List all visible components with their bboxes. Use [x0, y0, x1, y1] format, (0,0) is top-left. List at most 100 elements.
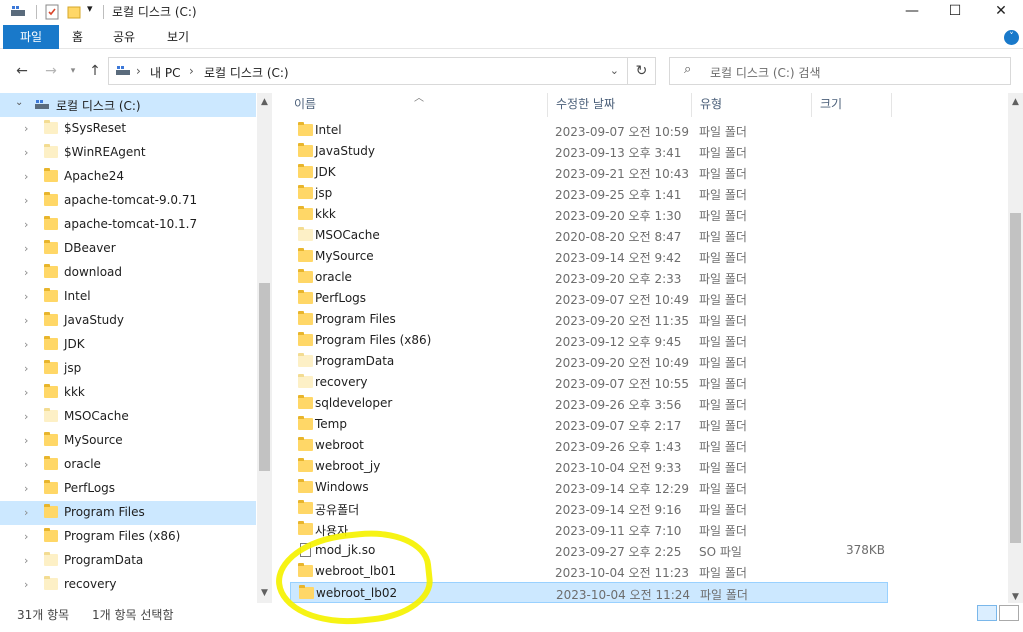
expand-chevron-icon[interactable]: ›: [24, 242, 28, 255]
expand-chevron-icon[interactable]: ›: [24, 290, 28, 303]
close-button[interactable]: ✕: [978, 0, 1023, 24]
expand-chevron-icon[interactable]: ›: [24, 266, 28, 279]
nav-tree-item[interactable]: › Apache24: [0, 165, 256, 189]
expand-chevron-icon[interactable]: ›: [24, 194, 28, 207]
file-row[interactable]: PerfLogs 2023-09-07 오전 10:49 파일 폴더: [290, 288, 888, 309]
nav-tree-item[interactable]: › PerfLogs: [0, 477, 256, 501]
nav-tree-item[interactable]: › recovery: [0, 573, 256, 597]
expand-chevron-icon[interactable]: ›: [24, 314, 28, 327]
file-row[interactable]: sqldeveloper 2023-09-26 오후 3:56 파일 폴더: [290, 393, 888, 414]
address-bar[interactable]: › 내 PC › 로컬 디스크 (C:) ⌄: [108, 57, 628, 85]
file-row[interactable]: kkk 2023-09-20 오후 1:30 파일 폴더: [290, 204, 888, 225]
expand-chevron-icon[interactable]: ›: [24, 218, 28, 231]
scroll-down-arrow-icon[interactable]: ▼: [257, 586, 272, 601]
nav-tree-item[interactable]: › apache-tomcat-9.0.71: [0, 189, 256, 213]
expand-chevron-icon[interactable]: ›: [24, 146, 28, 159]
breadcrumb-this-pc[interactable]: 내 PC: [150, 64, 180, 81]
expanded-chevron-icon[interactable]: ⌄: [15, 97, 23, 108]
expand-chevron-icon[interactable]: ›: [24, 122, 28, 135]
nav-tree-item[interactable]: › MSOCache: [0, 405, 256, 429]
details-view-icon[interactable]: [977, 605, 997, 621]
expand-chevron-icon[interactable]: ›: [24, 338, 28, 351]
search-input[interactable]: ⌕ 로컬 디스크 (C:) 검색: [669, 57, 1011, 85]
file-row[interactable]: JDK 2023-09-21 오전 10:43 파일 폴더: [290, 162, 888, 183]
column-header-modified[interactable]: 수정한 날짜: [548, 93, 692, 117]
file-row[interactable]: 공유폴더 2023-09-14 오전 9:16 파일 폴더: [290, 498, 888, 519]
nav-tree-item[interactable]: › $SysReset: [0, 117, 256, 141]
customize-toolbar-icon[interactable]: ▾: [87, 2, 93, 15]
file-row[interactable]: oracle 2023-09-20 오후 2:33 파일 폴더: [290, 267, 888, 288]
refresh-icon[interactable]: ↻: [628, 57, 656, 85]
file-type: 파일 폴더: [699, 482, 747, 496]
file-row[interactable]: webroot_jy 2023-10-04 오전 9:33 파일 폴더: [290, 456, 888, 477]
expand-chevron-icon[interactable]: ›: [24, 578, 28, 591]
up-arrow-icon[interactable]: ↑: [86, 62, 104, 80]
new-folder-icon[interactable]: [66, 4, 82, 23]
tab-file[interactable]: 파일: [3, 25, 59, 49]
file-row[interactable]: ProgramData 2023-09-20 오전 10:49 파일 폴더: [290, 351, 888, 372]
nav-tree-item[interactable]: › Intel: [0, 285, 256, 309]
drive-icon[interactable]: [10, 4, 26, 21]
nav-tree-item[interactable]: › MySource: [0, 429, 256, 453]
file-row[interactable]: recovery 2023-09-07 오전 10:55 파일 폴더: [290, 372, 888, 393]
file-row[interactable]: JavaStudy 2023-09-13 오후 3:41 파일 폴더: [290, 141, 888, 162]
address-dropdown-chevron-icon[interactable]: ⌄: [610, 64, 619, 77]
nav-tree-item[interactable]: › Program Files (x86): [0, 525, 256, 549]
expand-chevron-icon[interactable]: ›: [24, 170, 28, 183]
minimize-button[interactable]: —: [889, 0, 935, 24]
nav-tree-item[interactable]: › oracle: [0, 453, 256, 477]
file-row[interactable]: Intel 2023-09-07 오전 10:59 파일 폴더: [290, 120, 888, 141]
maximize-button[interactable]: ☐: [932, 0, 978, 24]
expand-chevron-icon[interactable]: ›: [24, 458, 28, 471]
expand-chevron-icon[interactable]: ›: [24, 482, 28, 495]
nav-scrollbar[interactable]: ▲ ▼: [257, 93, 272, 603]
folder-icon: [44, 216, 58, 230]
scroll-up-arrow-icon[interactable]: ▲: [1008, 95, 1023, 110]
large-icons-view-icon[interactable]: [999, 605, 1019, 621]
breadcrumb-chevron-icon[interactable]: ›: [189, 64, 194, 78]
nav-tree-item[interactable]: › apache-tomcat-10.1.7: [0, 213, 256, 237]
nav-tree-item[interactable]: › $WinREAgent: [0, 141, 256, 165]
tab-home[interactable]: 홈: [60, 25, 95, 49]
nav-root-item[interactable]: ⌄ 로컬 디스크 (C:): [0, 93, 256, 117]
file-name: 공유폴더: [315, 503, 360, 517]
nav-tree-item[interactable]: › JavaStudy: [0, 309, 256, 333]
tab-view[interactable]: 보기: [155, 25, 201, 49]
nav-tree-item[interactable]: › jsp: [0, 357, 256, 381]
nav-tree-item[interactable]: › download: [0, 261, 256, 285]
content-scroll-thumb[interactable]: [1010, 213, 1021, 543]
content-scrollbar[interactable]: ▲ ▼: [1008, 93, 1023, 608]
column-header-type[interactable]: 유형: [692, 93, 812, 117]
file-row[interactable]: webroot 2023-09-26 오후 1:43 파일 폴더: [290, 435, 888, 456]
expand-chevron-icon[interactable]: ›: [24, 410, 28, 423]
breadcrumb-chevron-icon[interactable]: ›: [136, 64, 141, 78]
expand-chevron-icon[interactable]: ›: [24, 386, 28, 399]
forward-arrow-icon[interactable]: →: [42, 62, 60, 80]
tab-share[interactable]: 공유: [101, 25, 147, 49]
nav-tree-item[interactable]: › DBeaver: [0, 237, 256, 261]
nav-tree-item[interactable]: › ProgramData: [0, 549, 256, 573]
file-row[interactable]: Program Files (x86) 2023-09-12 오후 9:45 파일 …: [290, 330, 888, 351]
recent-locations-chevron-icon[interactable]: ▾: [64, 62, 82, 80]
nav-tree-item[interactable]: › Program Files: [0, 501, 256, 525]
breadcrumb-current[interactable]: 로컬 디스크 (C:): [204, 64, 289, 81]
expand-chevron-icon[interactable]: ›: [24, 554, 28, 567]
expand-chevron-icon[interactable]: ›: [24, 506, 28, 519]
expand-chevron-icon[interactable]: ›: [24, 362, 28, 375]
scroll-up-arrow-icon[interactable]: ▲: [257, 95, 272, 110]
column-header-size[interactable]: 크기: [812, 93, 892, 117]
file-row[interactable]: MSOCache 2020-08-20 오전 8:47 파일 폴더: [290, 225, 888, 246]
expand-chevron-icon[interactable]: ›: [24, 530, 28, 543]
file-row[interactable]: jsp 2023-09-25 오후 1:41 파일 폴더: [290, 183, 888, 204]
nav-scroll-thumb[interactable]: [259, 283, 270, 471]
file-row[interactable]: Temp 2023-09-07 오후 2:17 파일 폴더: [290, 414, 888, 435]
expand-chevron-icon[interactable]: ›: [24, 434, 28, 447]
back-arrow-icon[interactable]: ←: [13, 62, 31, 80]
file-row[interactable]: Program Files 2023-09-20 오전 11:35 파일 폴더: [290, 309, 888, 330]
expand-ribbon-button[interactable]: ˅: [1004, 30, 1019, 45]
file-row[interactable]: MySource 2023-09-14 오전 9:42 파일 폴더: [290, 246, 888, 267]
properties-icon[interactable]: [44, 4, 60, 23]
nav-tree-item[interactable]: › kkk: [0, 381, 256, 405]
nav-tree-item[interactable]: › JDK: [0, 333, 256, 357]
file-row[interactable]: Windows 2023-09-14 오후 12:29 파일 폴더: [290, 477, 888, 498]
